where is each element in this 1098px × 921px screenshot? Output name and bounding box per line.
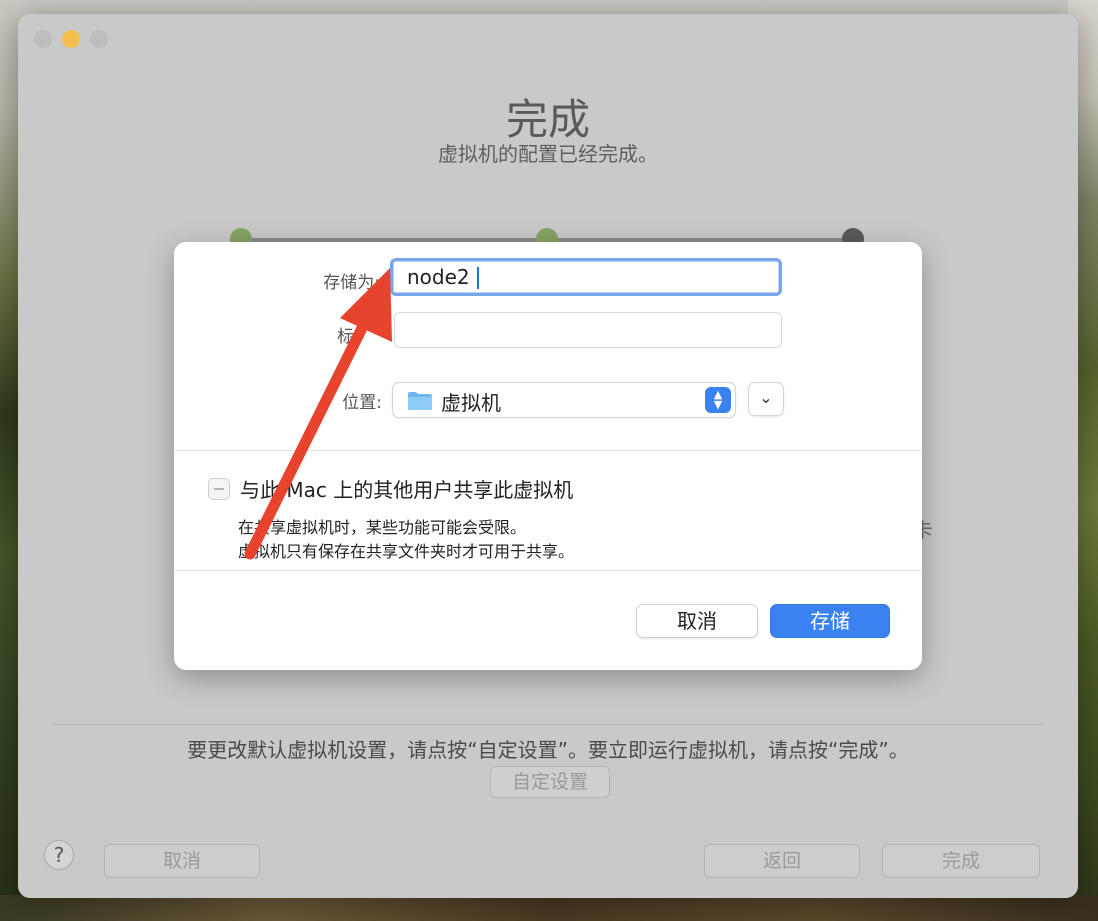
close-window-button[interactable] <box>34 30 52 48</box>
window-controls <box>34 30 108 48</box>
tags-label: 标 <box>337 327 354 347</box>
location-select[interactable]: 虚拟机 ▲ ▼ <box>392 382 736 418</box>
custom-settings-button[interactable]: 自定设置 <box>490 766 610 798</box>
cancel-button[interactable]: 取消 <box>636 604 758 638</box>
save-as-input[interactable] <box>393 261 779 293</box>
tags-field[interactable] <box>394 312 782 348</box>
share-checkbox-label: 与此 Mac 上的其他用户共享此虚拟机 <box>240 478 574 502</box>
share-checkbox[interactable] <box>208 478 230 500</box>
text-caret <box>477 267 479 289</box>
help-icon[interactable]: ? <box>44 840 74 870</box>
divider <box>174 450 922 451</box>
footer-cancel-button[interactable]: 取消 <box>104 844 260 878</box>
divider <box>174 570 922 571</box>
save-button[interactable]: 存储 <box>770 604 890 638</box>
stepper-icon: ▲ ▼ <box>705 387 731 413</box>
minimize-window-button[interactable] <box>62 30 80 48</box>
save-as-field[interactable] <box>390 258 782 296</box>
folder-icon <box>408 392 432 410</box>
share-note-line2: 虚拟机只有保存在共享文件夹时才可用于共享。 <box>238 542 575 561</box>
desktop-wallpaper-bottom <box>0 895 1098 921</box>
footer-back-button[interactable]: 返回 <box>704 844 860 878</box>
location-value: 虚拟机 <box>441 391 501 415</box>
tags-input[interactable] <box>395 313 781 347</box>
zoom-window-button[interactable] <box>90 30 108 48</box>
page-subtitle: 虚拟机的配置已经完成。 <box>438 142 658 166</box>
chevron-down-icon[interactable]: ⌄ <box>748 382 784 416</box>
save-sheet: 存储为: 标 位置: 虚拟机 ▲▼ ⌄ 与此 Mac 上的其他用户共享此虚拟机 … <box>174 242 922 670</box>
divider <box>52 724 1044 725</box>
save-as-label: 存储为: <box>323 273 380 293</box>
location-label: 位置: <box>342 393 382 413</box>
share-note-line1: 在共享虚拟机时，某些功能可能会受限。 <box>238 518 527 537</box>
instruction-text: 要更改默认虚拟机设置，请点按“自定设置”。要立即运行虚拟机，请点按“完成”。 <box>187 738 909 762</box>
footer-finish-button[interactable]: 完成 <box>882 844 1040 878</box>
